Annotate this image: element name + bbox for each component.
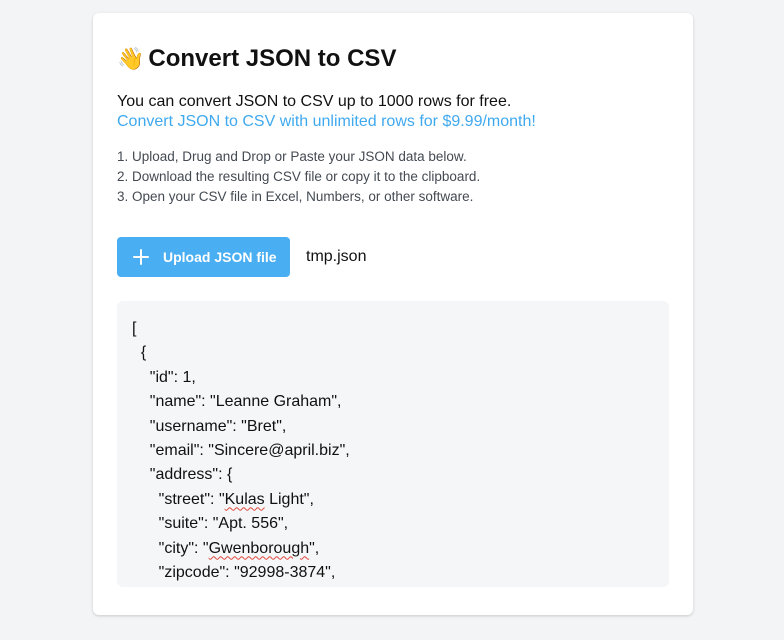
page-title: 👋 Convert JSON to CSV <box>117 43 669 75</box>
editor-line: "suite": "Apt. 556", <box>132 515 289 533</box>
upload-row: Upload JSON file tmp.json <box>117 237 669 277</box>
editor-line: "id": 1, <box>132 368 196 386</box>
editor-line: "zipcode": "92998-3874", <box>132 563 336 581</box>
unlimited-rows-link[interactable]: Convert JSON to CSV with unlimited rows … <box>117 112 669 132</box>
editor-text: "city": " <box>132 539 209 557</box>
editor-line: "street": "Kulas Light", <box>132 488 669 512</box>
converter-card: 👋 Convert JSON to CSV You can convert JS… <box>93 13 693 615</box>
editor-line: [ <box>132 320 137 337</box>
editor-line: { <box>132 344 147 362</box>
plus-icon <box>133 249 149 265</box>
spellcheck-word: Kulas <box>224 490 265 508</box>
json-editor[interactable]: [ { "id": 1, "name": "Leanne Graham", "u… <box>117 301 669 587</box>
instruction-step: 1. Upload, Drug and Drop or Paste your J… <box>117 149 467 164</box>
intro-text: You can convert JSON to CSV up to 1000 r… <box>117 93 512 110</box>
editor-text: "street": " <box>132 490 225 508</box>
upload-json-button[interactable]: Upload JSON file <box>117 237 290 277</box>
page-title-text: Convert JSON to CSV <box>148 45 397 72</box>
editor-text: ", <box>309 539 320 557</box>
uploaded-filename: tmp.json <box>306 248 367 265</box>
waving-hand-icon: 👋 <box>117 46 145 71</box>
editor-line: "username": "Bret", <box>132 417 287 435</box>
editor-text: Light", <box>264 490 314 508</box>
upload-button-label: Upload JSON file <box>163 249 277 265</box>
spellcheck-word: Gwenborough <box>208 539 310 557</box>
instruction-step: 3. Open your CSV file in Excel, Numbers,… <box>117 189 474 204</box>
editor-line: "address": { <box>132 466 233 484</box>
editor-line: "name": "Leanne Graham", <box>132 393 342 411</box>
editor-line: "city": "Gwenborough", <box>132 537 669 561</box>
instructions-list: 1. Upload, Drug and Drop or Paste your J… <box>117 147 669 207</box>
instruction-step: 2. Download the resulting CSV file or co… <box>117 169 481 184</box>
editor-line: "email": "Sincere@april.biz", <box>132 441 350 459</box>
